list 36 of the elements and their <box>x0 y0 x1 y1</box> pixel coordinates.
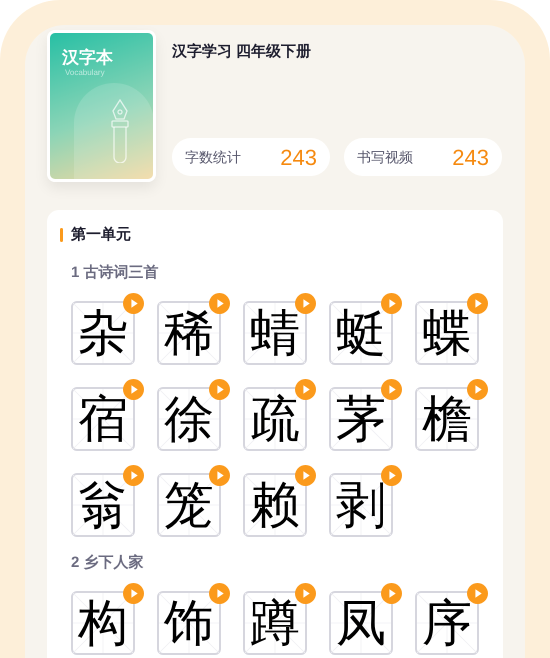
cover-title: 汉字本 <box>62 47 114 68</box>
character-tile[interactable]: 剥 <box>329 472 393 536</box>
cover-subtitle: Vocabulary <box>65 68 106 78</box>
character-tile[interactable]: 凤 <box>329 590 393 654</box>
stat-value: 243 <box>280 144 317 172</box>
play-icon <box>381 464 402 486</box>
character-tile[interactable]: 蜓 <box>329 300 393 364</box>
character-tile[interactable]: 檐 <box>415 386 479 450</box>
play-icon <box>381 292 402 314</box>
character-tile[interactable]: 饰 <box>157 590 221 654</box>
lesson-title: 1 古诗词三首 <box>71 264 159 280</box>
stat-label: 字数统计 <box>185 148 241 166</box>
pen-nib-icon <box>110 99 130 163</box>
character-tile[interactable]: 疏 <box>243 386 307 450</box>
character-tile[interactable]: 蹲 <box>243 590 307 654</box>
character-tile[interactable]: 宿 <box>71 386 135 450</box>
play-icon <box>123 378 144 400</box>
character-tile[interactable]: 翁 <box>71 472 135 536</box>
unit-title: 第一单元 <box>71 225 131 245</box>
play-icon <box>123 582 144 604</box>
character-tile[interactable]: 构 <box>71 590 135 654</box>
book-title: 汉字学习 四年级下册 <box>172 42 312 62</box>
section-marker <box>60 228 63 242</box>
character-tile[interactable]: 徐 <box>157 386 221 450</box>
character-tile[interactable]: 赖 <box>243 472 307 536</box>
stat-label: 书写视频 <box>357 148 413 166</box>
lesson-title: 2 乡下人家 <box>71 554 144 570</box>
character-tile[interactable]: 序 <box>415 590 479 654</box>
character-tile[interactable]: 杂 <box>71 300 135 364</box>
character-tile[interactable]: 茅 <box>329 386 393 450</box>
stat-value: 243 <box>452 144 489 172</box>
character-tile[interactable]: 稀 <box>157 300 221 364</box>
character-tile[interactable]: 蜻 <box>243 300 307 364</box>
play-icon <box>123 464 144 486</box>
character-tile[interactable]: 笼 <box>157 472 221 536</box>
character-tile[interactable]: 蝶 <box>415 300 479 364</box>
